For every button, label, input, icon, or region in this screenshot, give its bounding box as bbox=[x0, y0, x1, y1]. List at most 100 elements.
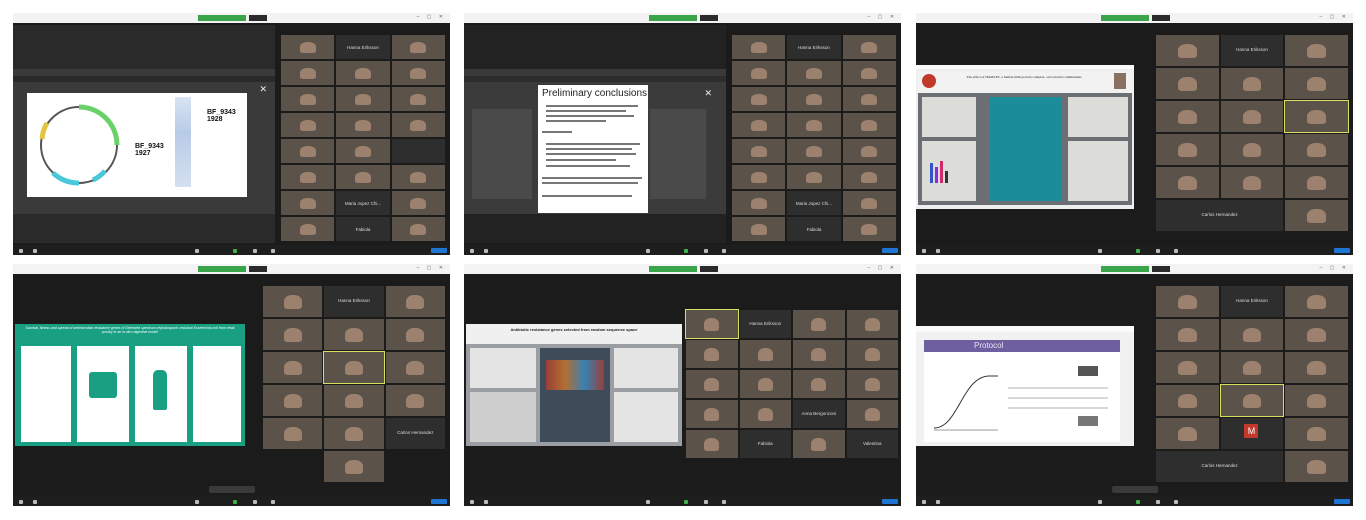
participant-tile[interactable]: Maria Jopez Chi... bbox=[336, 191, 390, 215]
browser-tabs[interactable] bbox=[13, 69, 275, 76]
view-options-button[interactable] bbox=[700, 266, 718, 272]
participant-video[interactable] bbox=[842, 217, 896, 241]
video-icon[interactable] bbox=[936, 249, 940, 253]
record-icon[interactable] bbox=[704, 249, 708, 253]
participant-video[interactable] bbox=[1156, 352, 1219, 383]
participant-video[interactable] bbox=[1285, 68, 1348, 99]
viewing-screen-badge[interactable] bbox=[649, 15, 697, 21]
participant-tile[interactable]: Hanna Eriksson bbox=[739, 310, 791, 338]
participant-video[interactable] bbox=[1285, 319, 1348, 350]
participant-video[interactable] bbox=[842, 139, 896, 163]
participant-video[interactable] bbox=[391, 87, 445, 111]
address-bar[interactable] bbox=[916, 65, 1134, 69]
participant-video[interactable] bbox=[391, 217, 445, 241]
address-bar[interactable] bbox=[13, 76, 275, 82]
participant-video[interactable] bbox=[336, 165, 390, 189]
participants-icon[interactable] bbox=[646, 500, 650, 504]
participant-video[interactable] bbox=[793, 310, 845, 338]
video-icon[interactable] bbox=[33, 500, 37, 504]
participant-video[interactable] bbox=[1285, 35, 1348, 66]
participant-video[interactable] bbox=[281, 87, 335, 111]
participant-video[interactable] bbox=[385, 286, 445, 317]
participant-video[interactable] bbox=[1220, 101, 1284, 132]
viewing-screen-badge[interactable] bbox=[649, 266, 697, 272]
participant-tile[interactable]: Hanna Eriksson bbox=[1220, 286, 1284, 317]
participant-video[interactable] bbox=[324, 319, 384, 350]
participant-video[interactable] bbox=[846, 340, 898, 368]
mute-icon[interactable] bbox=[19, 249, 23, 253]
leave-button[interactable] bbox=[1334, 499, 1350, 504]
participant-tile[interactable]: Carlos Hernandez bbox=[385, 418, 445, 449]
participant-video[interactable] bbox=[842, 113, 896, 137]
video-icon[interactable] bbox=[936, 500, 940, 504]
participants-icon[interactable] bbox=[1098, 500, 1102, 504]
reactions-icon[interactable] bbox=[271, 500, 275, 504]
participant-video[interactable] bbox=[1220, 68, 1284, 99]
participant-video[interactable] bbox=[281, 61, 335, 85]
participant-video[interactable] bbox=[846, 400, 898, 428]
participant-tile[interactable]: Maria Jopez Chi... bbox=[787, 191, 841, 215]
participant-video[interactable] bbox=[391, 191, 445, 215]
participant-video[interactable] bbox=[739, 340, 791, 368]
participant-video[interactable] bbox=[1156, 286, 1219, 317]
participant-video[interactable] bbox=[842, 35, 896, 59]
participant-video[interactable] bbox=[1220, 134, 1284, 165]
participant-video[interactable] bbox=[385, 319, 445, 350]
participant-video[interactable] bbox=[1285, 286, 1348, 317]
participant-video[interactable] bbox=[324, 451, 384, 482]
reactions-icon[interactable] bbox=[722, 249, 726, 253]
participant-video[interactable] bbox=[1284, 100, 1349, 133]
participant-video[interactable] bbox=[732, 217, 786, 241]
participant-video[interactable] bbox=[842, 165, 896, 189]
participant-video[interactable] bbox=[385, 385, 445, 416]
close-icon[interactable]: ✕ bbox=[704, 89, 712, 99]
participant-video[interactable] bbox=[1156, 167, 1219, 198]
participant-video[interactable] bbox=[685, 309, 739, 339]
participant-video[interactable] bbox=[1156, 418, 1219, 449]
participant-video[interactable] bbox=[385, 352, 445, 383]
view-options-button[interactable] bbox=[1152, 15, 1170, 21]
participants-icon[interactable] bbox=[646, 249, 650, 253]
participant-video[interactable] bbox=[739, 400, 791, 428]
participant-video[interactable] bbox=[1156, 35, 1219, 66]
viewing-screen-badge[interactable] bbox=[198, 266, 246, 272]
participant-video[interactable] bbox=[732, 35, 786, 59]
participant-video[interactable] bbox=[787, 113, 841, 137]
participants-icon[interactable] bbox=[195, 249, 199, 253]
leave-button[interactable] bbox=[882, 248, 898, 253]
window-controls[interactable]: – ▢ ✕ bbox=[1320, 265, 1349, 271]
share-screen-icon[interactable] bbox=[1136, 249, 1140, 253]
participant-video[interactable] bbox=[1285, 451, 1348, 482]
participant-video[interactable] bbox=[686, 370, 738, 398]
participant-tile[interactable]: Hanna Eriksson bbox=[336, 35, 390, 59]
participant-video[interactable] bbox=[846, 310, 898, 338]
participant-tile[interactable]: Anna Bergonzoni bbox=[793, 400, 845, 428]
participant-video[interactable] bbox=[732, 61, 786, 85]
participants-icon[interactable] bbox=[195, 500, 199, 504]
participant-video[interactable] bbox=[1219, 384, 1285, 417]
record-icon[interactable] bbox=[253, 500, 257, 504]
participant-video[interactable] bbox=[263, 352, 323, 383]
participant-video[interactable] bbox=[1156, 101, 1219, 132]
participant-video[interactable] bbox=[732, 113, 786, 137]
participant-tile[interactable]: Carlos Hernandez bbox=[1156, 200, 1284, 231]
window-controls[interactable]: – ▢ ✕ bbox=[868, 265, 897, 271]
participant-video[interactable] bbox=[1285, 200, 1348, 231]
participant-video[interactable] bbox=[793, 340, 845, 368]
window-controls[interactable]: – ▢ ✕ bbox=[1320, 14, 1349, 20]
viewing-screen-badge[interactable] bbox=[1101, 266, 1149, 272]
participant-video[interactable] bbox=[281, 217, 335, 241]
reactions-icon[interactable] bbox=[271, 249, 275, 253]
participant-tile[interactable]: Fabiola bbox=[787, 217, 841, 241]
participant-video[interactable] bbox=[391, 61, 445, 85]
video-icon[interactable] bbox=[484, 249, 488, 253]
address-bar[interactable] bbox=[464, 76, 726, 82]
participant-video[interactable] bbox=[793, 370, 845, 398]
participant-video[interactable] bbox=[787, 139, 841, 163]
address-bar[interactable] bbox=[916, 326, 1134, 332]
participant-video[interactable] bbox=[732, 139, 786, 163]
participant-video[interactable] bbox=[739, 370, 791, 398]
participant-video[interactable] bbox=[787, 61, 841, 85]
participant-video[interactable] bbox=[732, 87, 786, 111]
participant-video[interactable] bbox=[1285, 167, 1348, 198]
